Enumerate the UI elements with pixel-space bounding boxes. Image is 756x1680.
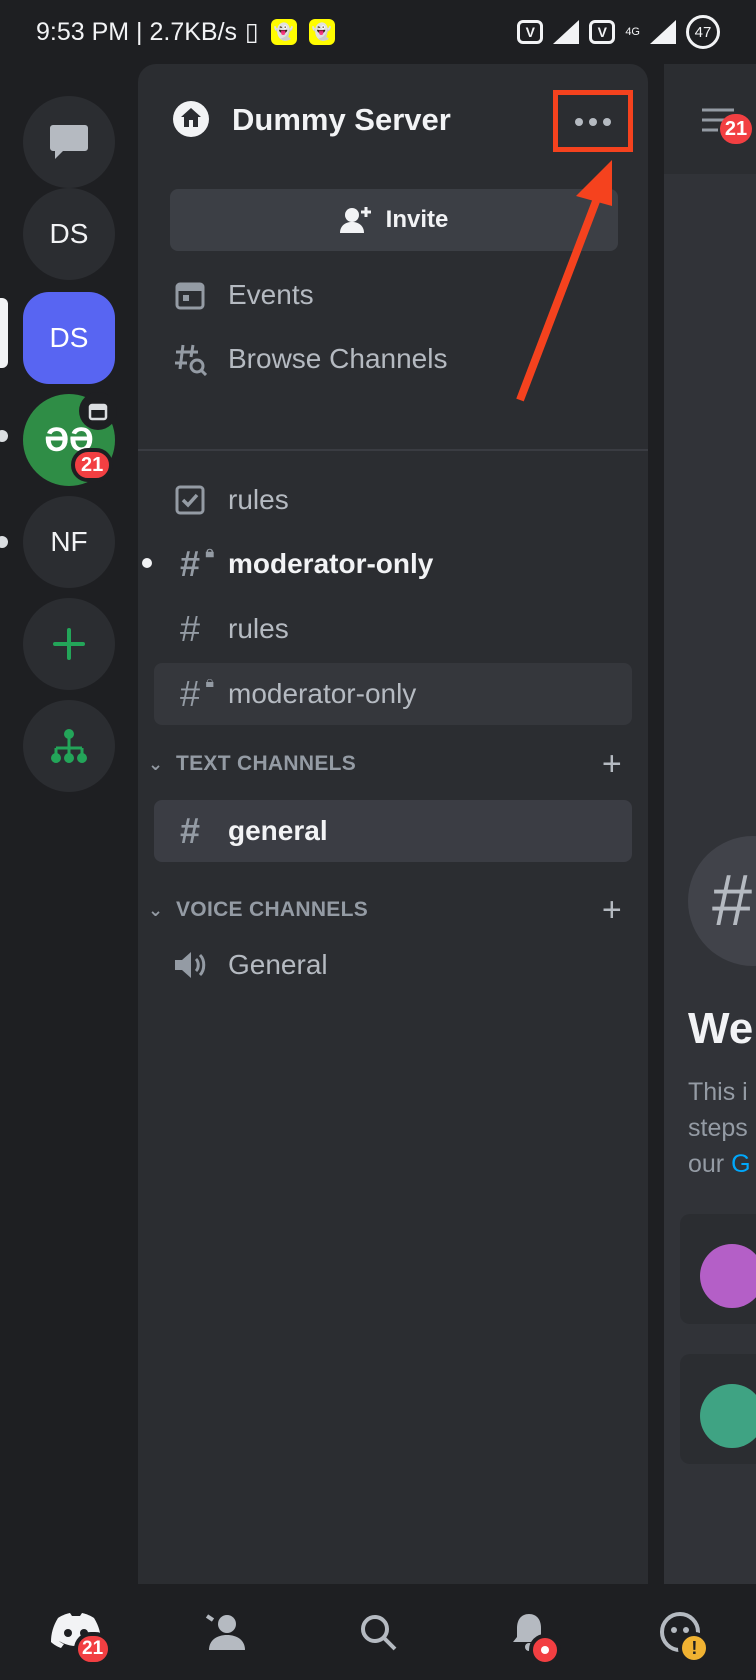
highlight-box: [553, 90, 633, 152]
channel-name: rules: [228, 613, 289, 644]
snapchat-icon: 👻: [270, 19, 297, 45]
signal-icon: [650, 20, 676, 44]
category-text-channels[interactable]: ⌄ TEXT CHANNELS +: [148, 744, 628, 784]
server-initials: DS: [49, 218, 89, 249]
server-icon-ds-active[interactable]: DS: [23, 292, 115, 384]
server-initials: NF: [50, 526, 88, 557]
volte-icon: V: [589, 20, 616, 44]
add-text-channel-button[interactable]: +: [602, 745, 622, 784]
category-voice-channels[interactable]: ⌄ VOICE CHANNELS +: [148, 890, 628, 930]
speaker-icon: [172, 947, 208, 983]
hashtag-icon: #: [179, 608, 201, 649]
network-type: 4G: [625, 25, 640, 38]
rules-channel-icon: [172, 482, 208, 518]
category-label: TEXT CHANNELS: [176, 752, 357, 775]
channel-name: General: [228, 949, 328, 980]
channel-item-general[interactable]: # general: [154, 800, 632, 862]
nav-notifications[interactable]: [499, 1602, 562, 1666]
server-icon-ds[interactable]: DS: [23, 188, 115, 280]
welcome-text: This i steps our G: [688, 1074, 751, 1182]
signal-icon: [553, 20, 580, 44]
channel-name: general: [228, 815, 328, 846]
channel-welcome-icon: #: [688, 836, 756, 966]
lock-icon: 🔒︎: [205, 544, 214, 561]
channel-item-rules[interactable]: rules: [154, 469, 632, 531]
setup-card-icon: [700, 1384, 756, 1448]
browse-channels-icon: [172, 341, 208, 377]
channel-item-moderator-only[interactable]: # 🔒︎ moderator-only: [142, 533, 632, 595]
unread-indicator: [0, 536, 8, 548]
battery-indicator: 47: [686, 15, 720, 49]
server-header[interactable]: Dummy Server: [138, 64, 648, 164]
add-voice-channel-button[interactable]: +: [602, 891, 622, 930]
selected-server-pill: [0, 298, 8, 368]
home-badge: 21: [73, 1632, 112, 1666]
unread-indicator: [142, 558, 152, 568]
chat-header: 21: [664, 64, 756, 174]
setup-card-icon: [700, 1244, 756, 1308]
guide-link[interactable]: G: [731, 1150, 750, 1178]
bottom-nav: 21 !: [0, 1584, 756, 1680]
add-server-button[interactable]: [23, 598, 115, 690]
status-bar: 9:53 PM | 2.7KB/s ▯ 👻 👻 V V 4G 47: [0, 0, 756, 64]
snapchat-icon: 👻: [308, 19, 335, 45]
nav-search[interactable]: [348, 1602, 408, 1662]
welcome-line: steps: [688, 1114, 748, 1142]
divider: [138, 449, 648, 451]
channel-panel: Dummy Server Invite Events Browse Channe…: [138, 64, 648, 1584]
notification-dot: [529, 1634, 562, 1666]
notification-badge: 21: [720, 114, 752, 144]
invite-button[interactable]: Invite: [170, 189, 618, 251]
unread-indicator: [0, 430, 8, 442]
server-icon-nf[interactable]: NF: [23, 496, 115, 588]
channel-item-rules[interactable]: # rules: [154, 598, 632, 660]
mention-badge: 21: [71, 448, 114, 482]
channel-item-moderator-only[interactable]: # 🔒︎ moderator-only: [154, 663, 632, 725]
category-label: VOICE CHANNELS: [176, 898, 369, 921]
server-icon-gfg[interactable]: ƏƏ 21: [23, 392, 117, 486]
nav-profile[interactable]: !: [650, 1602, 711, 1664]
welcome-line-prefix: our: [688, 1150, 732, 1178]
warning-badge: !: [678, 1632, 711, 1664]
calendar-icon: [172, 277, 208, 313]
menu-item-label: Browse Channels: [228, 343, 448, 374]
volte-icon: V: [517, 20, 544, 44]
server-list: DS DS ƏƏ 21 NF: [0, 64, 138, 1584]
menu-item-browse-channels[interactable]: Browse Channels: [154, 328, 632, 390]
nav-home[interactable]: 21: [46, 1602, 112, 1666]
friends-icon: [205, 1614, 245, 1650]
home-icon: [173, 101, 209, 137]
lock-icon: 🔒︎: [205, 674, 214, 691]
search-icon: [360, 1615, 397, 1651]
plus-icon: [53, 628, 85, 660]
channel-name: rules: [228, 484, 289, 515]
nav-friends[interactable]: [197, 1602, 257, 1662]
channel-name: moderator-only: [228, 678, 417, 709]
event-calendar-icon: [79, 392, 117, 430]
explore-servers-button[interactable]: [23, 700, 115, 792]
add-user-icon: [339, 207, 371, 233]
chat-bubble-icon: [50, 125, 88, 159]
locked-hashtag-icon: # 🔒︎: [179, 543, 214, 584]
chat-area-peek: 21 # We This i steps our G: [664, 64, 756, 1584]
server-name: Dummy Server: [232, 102, 451, 137]
locked-hashtag-icon: # 🔒︎: [179, 673, 214, 714]
hashtag-icon: #: [179, 810, 201, 851]
welcome-line: This i: [688, 1078, 748, 1106]
direct-messages-button[interactable]: [23, 96, 115, 188]
server-initials: DS: [49, 322, 89, 353]
channel-name: moderator-only: [228, 548, 434, 579]
welcome-line: our G: [688, 1146, 751, 1182]
discord-app: 9:53 PM | 2.7KB/s ▯ 👻 👻 V V 4G 47 DS DS …: [0, 0, 756, 1680]
voice-channel-general[interactable]: General: [154, 934, 632, 996]
hub-tree-icon: [51, 729, 87, 763]
vibrate-icon: ▯: [245, 18, 259, 46]
chevron-down-icon: ⌄: [148, 753, 164, 774]
invite-label: Invite: [385, 206, 449, 233]
welcome-heading: We: [688, 1004, 754, 1053]
chevron-down-icon: ⌄: [148, 899, 164, 920]
menu-item-label: Events: [228, 279, 314, 310]
status-time: 9:53 PM | 2.7KB/s: [36, 17, 238, 46]
menu-item-events[interactable]: Events: [154, 264, 632, 326]
